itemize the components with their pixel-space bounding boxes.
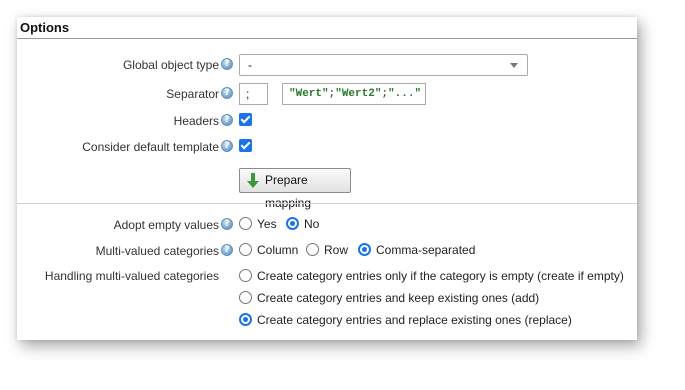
handling-replace-label[interactable]: Create category entries and replace exis… <box>257 310 572 330</box>
adopt-empty-no-label[interactable]: No <box>304 214 319 234</box>
separator-label: Separator <box>166 87 219 101</box>
help-icon[interactable]: ? <box>221 244 233 256</box>
handling-option-1: Create category entries only if the cate… <box>17 266 637 288</box>
handling-add-radio[interactable] <box>239 291 252 304</box>
chevron-down-icon <box>510 63 518 68</box>
multi-valued-column-radio[interactable] <box>239 243 252 256</box>
handling-create-if-empty-radio[interactable] <box>239 269 252 282</box>
handling-create-if-empty-label[interactable]: Create category entries only if the cate… <box>257 266 624 286</box>
section-divider <box>17 203 637 204</box>
global-object-type-value: - <box>248 58 252 72</box>
options-panel: Options Global object type ? - Separator… <box>17 17 637 340</box>
multi-valued-label: Multi-valued categories <box>95 244 219 258</box>
prepare-mapping-label: Prepare mapping <box>265 173 312 210</box>
sample-string-1: "Wert" <box>289 88 329 100</box>
multi-valued-row-label[interactable]: Row <box>324 240 348 260</box>
handling-option-2: Create category entries and keep existin… <box>17 288 637 310</box>
help-icon[interactable]: ? <box>221 114 233 126</box>
row-headers: Headers ? <box>17 110 637 132</box>
help-icon[interactable]: ? <box>221 218 233 230</box>
handling-option-3: Create category entries and replace exis… <box>17 310 637 332</box>
separator-sample: "Wert";"Wert2";"..." <box>282 83 426 105</box>
row-global-object-type: Global object type ? - <box>17 54 637 76</box>
default-template-label: Consider default template <box>82 140 219 154</box>
row-default-template: Consider default template ? <box>17 136 637 158</box>
sample-string-2: "Wert2" <box>335 88 382 100</box>
global-object-type-select[interactable]: - <box>239 54 528 76</box>
prepare-mapping-button[interactable]: Prepare mapping <box>239 168 351 210</box>
sample-string-3: "..." <box>388 88 422 100</box>
adopt-empty-yes-label[interactable]: Yes <box>257 214 277 234</box>
row-adopt-empty: Adopt empty values ? Yes No <box>17 214 637 236</box>
global-object-type-label: Global object type <box>122 58 219 72</box>
multi-valued-column-label[interactable]: Column <box>257 240 298 260</box>
arrow-down-icon <box>247 173 259 188</box>
headers-label: Headers <box>173 114 219 128</box>
handling-add-label[interactable]: Create category entries and keep existin… <box>257 288 539 308</box>
adopt-empty-label: Adopt empty values <box>113 218 219 232</box>
separator-input[interactable]: ; <box>239 83 268 105</box>
default-template-checkbox[interactable] <box>239 139 252 152</box>
adopt-empty-no-radio[interactable] <box>286 217 299 230</box>
row-separator: Separator ? ; "Wert";"Wert2";"..." <box>17 83 637 105</box>
help-icon[interactable]: ? <box>221 58 233 70</box>
multi-valued-comma-radio[interactable] <box>358 243 371 256</box>
handling-replace-radio[interactable] <box>239 313 252 326</box>
headers-checkbox[interactable] <box>239 113 252 126</box>
help-icon[interactable]: ? <box>221 140 233 152</box>
adopt-empty-yes-radio[interactable] <box>239 217 252 230</box>
multi-valued-row-radio[interactable] <box>306 243 319 256</box>
multi-valued-comma-label[interactable]: Comma-separated <box>376 240 475 260</box>
panel-title: Options <box>17 17 637 39</box>
row-multi-valued: Multi-valued categories ? Column Row Com… <box>17 240 637 262</box>
help-icon[interactable]: ? <box>221 87 233 99</box>
